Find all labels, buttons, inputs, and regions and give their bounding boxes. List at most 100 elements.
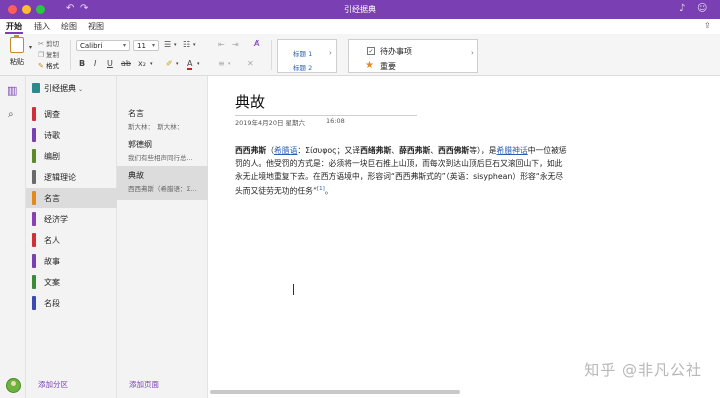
- bell-icon[interactable]: ♪: [679, 3, 685, 14]
- ribbon: 粘贴 ▾ ✂ 剪切 ❐ 复制 ✎ 格式 Calibri ▾ 11 ▾ ☰ ▾ ☷ ▾ …: [0, 34, 720, 76]
- section-color-tab: [32, 149, 36, 163]
- text-fragment: 、: [430, 146, 439, 155]
- alt-name-3: 西西佛斯: [438, 146, 470, 155]
- font-color-icon[interactable]: A: [187, 59, 193, 70]
- notebook-selector[interactable]: 引经据典 ⌄: [32, 83, 83, 94]
- bold-button[interactable]: B: [79, 59, 85, 69]
- section-color-tab: [32, 128, 36, 142]
- section-item[interactable]: 文案: [26, 272, 117, 292]
- tags-expand-icon[interactable]: ›: [471, 49, 474, 57]
- note-paragraph[interactable]: 西西弗斯（希腊语：Σίσυφος；又译西绪弗斯、薛西弗斯、西西佛斯等），是希腊神…: [235, 144, 568, 198]
- clipboard-icon: [10, 35, 24, 53]
- section-item[interactable]: 编剧: [26, 146, 117, 166]
- text-cursor: [293, 284, 294, 295]
- highlight-caret[interactable]: ▾: [176, 59, 179, 69]
- section-item[interactable]: 故事: [26, 251, 117, 271]
- font-color-caret[interactable]: ▾: [197, 59, 200, 69]
- section-label: 文案: [44, 278, 60, 287]
- greek-myth-link[interactable]: 希腊神话: [497, 146, 528, 155]
- text-fragment: 等），是: [469, 146, 497, 155]
- tab-view[interactable]: 视图: [88, 21, 104, 32]
- section-item[interactable]: 名人: [26, 230, 117, 250]
- chevron-down-icon: ⌄: [78, 86, 84, 93]
- chevron-down-icon: ▾: [151, 42, 155, 49]
- notebooks-icon[interactable]: ▥: [7, 84, 17, 97]
- section-item[interactable]: 调查: [26, 104, 117, 124]
- numbered-list-caret[interactable]: ▾: [193, 40, 196, 50]
- subscript-caret[interactable]: ▾: [150, 59, 153, 69]
- section-item[interactable]: 逻辑理论: [26, 167, 117, 187]
- checkbox-icon: ✓: [367, 47, 375, 55]
- page-item-title: 典故: [128, 171, 144, 180]
- section-item[interactable]: 诗歌: [26, 125, 117, 145]
- clear-formatting-icon[interactable]: A̸: [254, 39, 259, 49]
- reference-link[interactable]: [1]: [317, 186, 325, 192]
- bullet-list-icon[interactable]: ☰: [164, 40, 171, 50]
- font-family-select[interactable]: Calibri ▾: [76, 40, 130, 51]
- window-title: 引经据典: [344, 5, 376, 14]
- tab-home[interactable]: 开始: [6, 21, 22, 32]
- text-fragment: 。: [324, 186, 333, 196]
- section-item[interactable]: 名言: [26, 188, 117, 208]
- section-label: 名人: [44, 236, 60, 245]
- notebook-name: 引经据典: [44, 84, 76, 93]
- copy-label: 复制: [46, 51, 59, 59]
- paste-button[interactable]: 粘贴: [6, 35, 28, 73]
- page-item[interactable]: 郭德纲 我们有些相声同行总...: [117, 135, 208, 169]
- page-item-title: 郭德纲: [128, 140, 152, 149]
- tab-draw[interactable]: 绘图: [61, 21, 77, 32]
- copy-button[interactable]: ❐ 复制: [38, 49, 59, 59]
- section-label: 经济学: [44, 215, 68, 224]
- page-title[interactable]: 典故: [235, 91, 265, 112]
- indent-icon[interactable]: ⇥: [232, 40, 239, 50]
- tag-todo[interactable]: 待办事项: [380, 46, 412, 57]
- page-item[interactable]: 典故 西西弗斯（希腊语：Σ...: [117, 166, 208, 200]
- page-date: 2019年4月20日 星期六: [235, 119, 306, 127]
- add-section-button[interactable]: 添加分区: [38, 379, 68, 390]
- title-underline: [235, 115, 417, 116]
- font-size-select[interactable]: 11 ▾: [133, 40, 159, 51]
- tag-important[interactable]: 重要: [380, 61, 396, 72]
- format-painter-label: 格式: [46, 62, 59, 70]
- cut-button[interactable]: ✂ 剪切: [38, 38, 59, 48]
- note-canvas[interactable]: 典故 2019年4月20日 星期六 16:08 西西弗斯（希腊语：Σίσυφος…: [208, 76, 720, 398]
- outdent-icon[interactable]: ⇤: [218, 40, 225, 50]
- highlighter-icon[interactable]: ✐: [166, 59, 173, 69]
- underline-button[interactable]: U: [107, 59, 113, 69]
- style-heading-2[interactable]: 标题 2: [293, 62, 312, 72]
- section-color-tab: [32, 233, 36, 247]
- paste-options-caret[interactable]: ▾: [29, 43, 32, 53]
- cut-label: 剪切: [46, 40, 59, 48]
- tab-insert[interactable]: 插入: [34, 21, 50, 32]
- smile-icon[interactable]: ☺: [697, 3, 707, 14]
- search-icon[interactable]: ⌕: [8, 109, 14, 120]
- greek-language-link[interactable]: 希腊语: [274, 146, 297, 155]
- strikethrough-button[interactable]: ab: [121, 59, 131, 69]
- align-caret[interactable]: ▾: [228, 59, 231, 69]
- horizontal-scrollbar[interactable]: [210, 390, 460, 394]
- share-icon[interactable]: ⇪: [704, 21, 711, 30]
- format-painter-button[interactable]: ✎ 格式: [38, 60, 59, 70]
- section-color-tab: [32, 170, 36, 184]
- page-item[interactable]: 名言 斯大林： 斯大林：: [117, 104, 208, 138]
- align-icon[interactable]: ≡: [218, 59, 225, 69]
- styles-expand-icon[interactable]: ›: [329, 49, 332, 57]
- section-color-tab: [32, 275, 36, 289]
- watermark: 知乎 @非凡公社: [584, 361, 702, 379]
- star-icon: ★: [365, 60, 374, 71]
- delete-icon[interactable]: ✕: [247, 59, 254, 69]
- section-item[interactable]: 名段: [26, 293, 117, 313]
- style-heading-1[interactable]: 标题 1: [293, 48, 312, 58]
- subscript-button[interactable]: x₂: [138, 59, 146, 69]
- italic-button[interactable]: I: [94, 59, 96, 69]
- section-label: 编剧: [44, 152, 60, 161]
- notebook-icon: [32, 83, 40, 93]
- add-page-button[interactable]: 添加页面: [129, 379, 159, 390]
- numbered-list-icon[interactable]: ☷: [183, 40, 190, 50]
- styles-gallery[interactable]: 标题 1 标题 2: [277, 39, 337, 73]
- tags-gallery[interactable]: ✓ 待办事项 ★ 重要: [348, 39, 478, 73]
- avatar[interactable]: [6, 378, 21, 393]
- text-fragment: 、: [391, 146, 400, 155]
- bullet-list-caret[interactable]: ▾: [174, 40, 177, 50]
- section-item[interactable]: 经济学: [26, 209, 117, 229]
